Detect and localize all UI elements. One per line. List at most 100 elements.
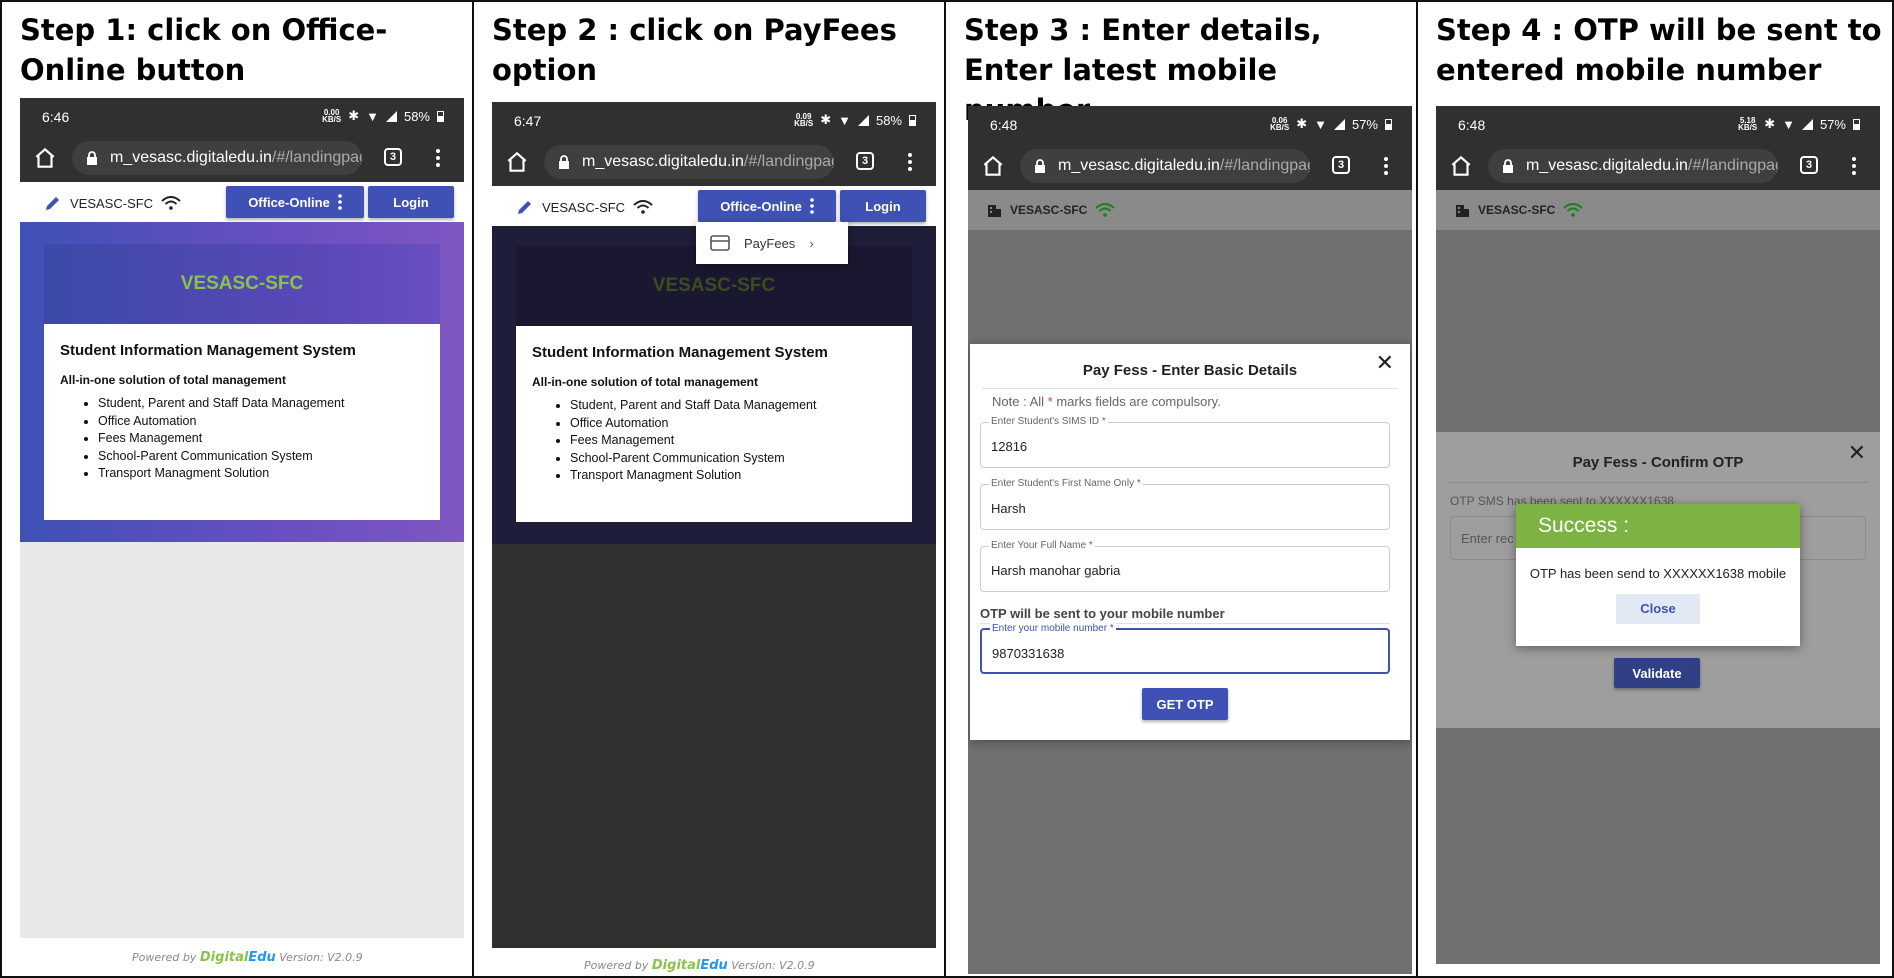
status-bar: 6:48 0.06 KB/S ✱ ▼ 57%: [968, 106, 1412, 144]
powered-by-footer: Powered by DigitalEdu Version: V2.0.9: [584, 958, 815, 973]
battery-percent: 58%: [875, 112, 902, 128]
field-label: Enter your mobile number *: [990, 623, 1116, 634]
modal-divider: [982, 388, 1398, 389]
otp-input-placeholder: Enter rec: [1461, 531, 1514, 546]
building-icon: [988, 205, 1001, 217]
battery-icon: [1385, 118, 1392, 130]
phone-screen: 6:46 0.00 KB/S ✱ ▼ 58% m_vesasc.digitaled…: [20, 98, 464, 938]
validate-button[interactable]: Validate: [1614, 658, 1700, 688]
step-title: Step 1: click on Office-Online button: [20, 13, 388, 87]
card-subtitle: All-in-one solution of total management: [532, 375, 758, 389]
step-title: Step 4 : OTP will be sent to entered mob…: [1436, 13, 1882, 87]
url-path: /#/landingpag: [1219, 157, 1310, 174]
first-name-field[interactable]: Enter Student's First Name Only * Harsh: [980, 478, 1390, 530]
brand: VESASC-SFC: [516, 198, 653, 216]
app-header-dimmed: VESASC-SFC: [968, 190, 1412, 230]
otp-heading: OTP will be sent to your mobile number: [980, 606, 1225, 621]
battery-percent: 58%: [403, 108, 430, 124]
status-icons: 5.18 KB/S ✱ ▼ 57%: [1738, 116, 1860, 132]
list-item: Fees Management: [570, 432, 896, 450]
success-message: OTP has been send to XXXXXX1638 mobile: [1529, 566, 1787, 581]
card-title: Student Information Management System: [532, 344, 828, 361]
home-icon[interactable]: [504, 149, 530, 175]
office-online-button[interactable]: Office-Online: [698, 190, 836, 222]
close-icon[interactable]: ✕: [1848, 440, 1866, 466]
address-field[interactable]: m_vesasc.digitaledu.in/#/landingpag: [72, 141, 362, 175]
feature-list: Student, Parent and Staff Data Managemen…: [60, 395, 424, 483]
more-vert-icon: [338, 194, 342, 210]
tab-switcher-button[interactable]: 3: [1332, 156, 1350, 174]
basic-details-modal: Pay Fess - Enter Basic Details ✕ Note : …: [970, 344, 1410, 740]
net-speed: 5.18 KB/S: [1738, 116, 1758, 132]
footer-brand-digital: Digital: [651, 958, 701, 973]
get-otp-button[interactable]: GET OTP: [1142, 688, 1228, 720]
info-card: Student Information Management System Al…: [516, 326, 912, 522]
pencil-icon: [518, 201, 531, 214]
browser-menu-icon[interactable]: [1384, 156, 1388, 176]
home-icon[interactable]: [1448, 153, 1474, 179]
net-speed: 0.06 KB/S: [1270, 116, 1290, 132]
brand-name: VESASC-SFC: [1478, 203, 1556, 217]
browser-menu-icon[interactable]: [908, 152, 912, 172]
wifi-icon: ▼: [1782, 116, 1795, 132]
wifi-icon: ▼: [838, 112, 851, 128]
hero-title: VESASC-SFC: [44, 244, 440, 324]
signal-icon: [1801, 118, 1813, 130]
home-icon[interactable]: [980, 153, 1006, 179]
brand-name: VESASC-SFC: [1010, 203, 1088, 217]
phone-screen: 6:48 5.18 KB/S ✱ ▼ 57% m_vesasc.digitaled…: [1436, 106, 1880, 964]
browser-menu-icon[interactable]: [1852, 156, 1856, 176]
field-label: Enter Your Full Name *: [989, 540, 1095, 551]
field-label: Enter Student's First Name Only *: [989, 478, 1143, 489]
menu-item-payfees[interactable]: PayFees: [744, 236, 795, 251]
browser-url-bar: m_vesasc.digitaledu.in/#/landingpag 3: [1436, 144, 1880, 190]
home-icon[interactable]: [32, 145, 58, 171]
bluetooth-icon: ✱: [1296, 116, 1308, 131]
lock-icon: [559, 155, 569, 169]
login-button[interactable]: Login: [840, 190, 926, 222]
bluetooth-icon: ✱: [820, 112, 832, 127]
card-subtitle: All-in-one solution of total management: [60, 373, 286, 387]
step-4-panel: Step 4 : OTP will be sent to entered mob…: [1416, 0, 1894, 978]
card-title: Student Information Management System: [60, 342, 356, 359]
field-value: Harsh: [991, 501, 1026, 516]
office-online-button[interactable]: Office-Online: [226, 186, 364, 218]
address-field[interactable]: m_vesasc.digitaledu.in/#/landingpag: [1488, 149, 1778, 183]
list-item: Transport Managment Solution: [570, 467, 896, 485]
pencil-icon: [46, 197, 59, 210]
full-name-field[interactable]: Enter Your Full Name * Harsh manohar gab…: [980, 540, 1390, 592]
wifi-icon: [1563, 203, 1584, 217]
address-field[interactable]: m_vesasc.digitaledu.in/#/landingpag: [544, 145, 834, 179]
status-time: 6:48: [990, 117, 1018, 133]
wifi-icon: [633, 200, 653, 214]
list-item: Fees Management: [98, 430, 424, 448]
status-time: 6:48: [1458, 117, 1486, 133]
app-header: VESASC-SFC Office-Online Login: [492, 186, 936, 226]
office-online-dropdown: PayFees ›: [696, 222, 848, 264]
tab-switcher-button[interactable]: 3: [856, 152, 874, 170]
mobile-number-field[interactable]: Enter your mobile number * 9870331638: [980, 623, 1390, 674]
more-vert-icon: [810, 198, 814, 214]
wifi-icon: [1095, 203, 1116, 217]
success-dialog: Success : OTP has been send to XXXXXX163…: [1516, 504, 1800, 646]
address-field[interactable]: m_vesasc.digitaledu.in/#/landingpag: [1020, 149, 1310, 183]
sims-id-field[interactable]: Enter Student's SIMS ID * 12816: [980, 416, 1390, 468]
tab-switcher-button[interactable]: 3: [1800, 156, 1818, 174]
signal-icon: [857, 114, 869, 126]
login-button[interactable]: Login: [368, 186, 454, 218]
office-online-label: Office-Online: [720, 198, 802, 214]
status-bar: 6:48 5.18 KB/S ✱ ▼ 57%: [1436, 106, 1880, 144]
url-domain: m_vesasc.digitaledu.in: [110, 149, 272, 166]
tab-switcher-button[interactable]: 3: [384, 148, 402, 166]
browser-menu-icon[interactable]: [436, 148, 440, 168]
signal-icon: [385, 110, 397, 122]
close-icon[interactable]: ✕: [1376, 350, 1394, 376]
signal-icon: [1333, 118, 1345, 130]
hero-banner: VESASC-SFC Student Information Managemen…: [20, 222, 464, 542]
list-item: Transport Managment Solution: [98, 465, 424, 483]
close-button[interactable]: Close: [1616, 594, 1700, 624]
footer-brand-edu: Edu: [700, 958, 728, 973]
office-online-label: Office-Online: [248, 194, 330, 210]
brand-name: VESASC-SFC: [542, 199, 626, 215]
battery-icon: [909, 114, 916, 126]
